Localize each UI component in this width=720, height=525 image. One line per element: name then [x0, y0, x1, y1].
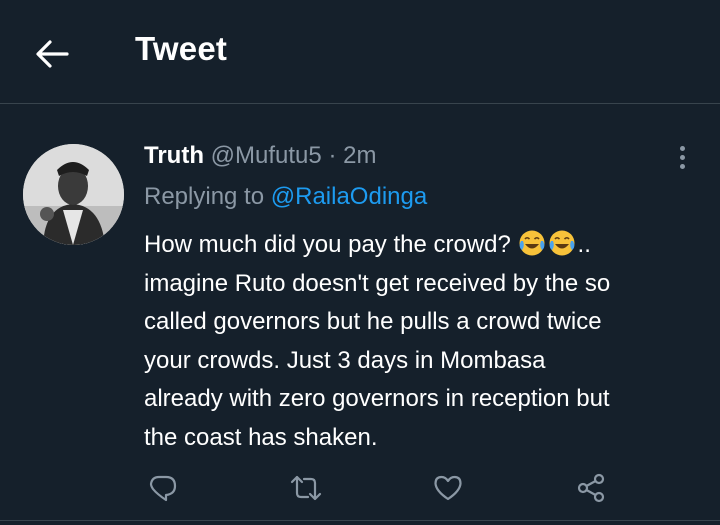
profile-photo [23, 144, 124, 245]
replying-to-label: Replying to [144, 183, 265, 210]
more-dot [679, 154, 685, 160]
tweet-text-line: How much did you pay the crowd? .. [144, 226, 704, 265]
divider [0, 520, 720, 521]
author-handle[interactable]: @Mufutu5 [211, 142, 322, 169]
avatar[interactable] [23, 144, 124, 245]
share-button[interactable] [573, 470, 609, 506]
share-icon [577, 473, 605, 503]
face-with-tears-of-joy-icon [519, 230, 545, 256]
tweet-text-segment: .. [577, 231, 591, 258]
timestamp[interactable]: 2m [343, 142, 376, 169]
author-name[interactable]: Truth [144, 142, 204, 169]
reply-button[interactable] [145, 470, 181, 506]
arrow-left-icon [36, 40, 69, 68]
retweet-icon [290, 475, 322, 501]
more-dot [679, 163, 685, 169]
tweet-text-line: called governors but he pulls a crowd tw… [144, 308, 602, 335]
separator: · [328, 142, 337, 169]
back-button[interactable] [30, 34, 74, 74]
face-with-tears-of-joy-icon [549, 230, 575, 256]
tweet-text-segment: How much did you pay the crowd? [144, 231, 511, 258]
like-icon [434, 475, 462, 501]
tweet-text-line: imagine Ruto doesn't get received by the… [144, 269, 611, 297]
reply-mention-link[interactable]: @RailaOdinga [271, 183, 427, 210]
top-app-bar: Tweet [0, 0, 720, 104]
tweet-header: Truth @Mufutu5 · 2m [144, 142, 376, 170]
like-button[interactable] [430, 470, 466, 506]
tweet-text-line: your crowds. Just 3 days in Mombasa [144, 346, 546, 374]
more-options-button[interactable] [668, 142, 696, 172]
tweet-text: How much did you pay the crowd? .. imagi… [144, 226, 704, 457]
more-dot [679, 145, 685, 151]
tweet-text-line: the coast has shaken. [144, 423, 378, 451]
reply-icon [149, 475, 177, 502]
tweet-actions-bar [0, 470, 720, 506]
retweet-button[interactable] [288, 470, 324, 506]
page-title: Tweet [135, 30, 228, 67]
replying-to: Replying to @RailaOdinga [144, 183, 427, 211]
tweet-text-line: already with zero governors in reception… [144, 385, 610, 412]
